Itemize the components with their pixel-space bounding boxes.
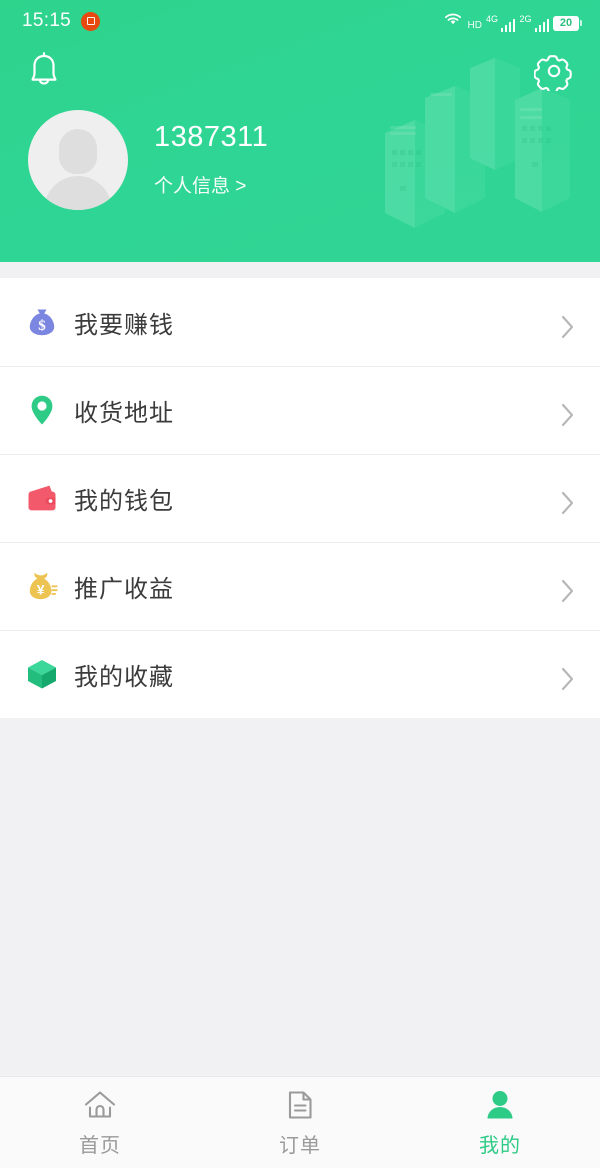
bell-icon[interactable] (24, 50, 64, 97)
menu-item-promotion-income[interactable]: ¥ 推广收益 (0, 542, 600, 630)
svg-text:¥: ¥ (37, 582, 45, 598)
app-root: 15:15 HD 4G 2G 20 1387311 个人信息 > $ 我要赚钱 … (0, 0, 600, 1168)
tab-label: 首页 (79, 1134, 121, 1157)
profile-block[interactable]: 1387311 个人信息 > (0, 110, 600, 210)
header-list-gap (0, 262, 600, 278)
signal-bars-icon (534, 18, 549, 32)
home-icon (82, 1088, 118, 1122)
menu-item-label: 我要赚钱 (74, 311, 174, 339)
money-bag-dollar-icon: $ (16, 305, 68, 339)
tab-mine[interactable]: 我的 (400, 1088, 600, 1158)
profile-info-link[interactable]: 个人信息 > (154, 171, 268, 198)
gear-icon[interactable] (533, 51, 574, 96)
sim1-label: 4G (485, 13, 498, 24)
screen-record-icon (81, 11, 101, 31)
money-bag-yuan-icon: ¥ (16, 569, 68, 603)
sim2-label: 2G (519, 13, 532, 24)
document-icon (285, 1088, 315, 1122)
menu-item-label: 收货地址 (74, 399, 174, 427)
avatar-placeholder-icon (59, 129, 97, 174)
tab-label: 我的 (479, 1134, 521, 1157)
chevron-right-icon (560, 490, 576, 515)
tab-label: 订单 (279, 1134, 321, 1157)
svg-text:$: $ (38, 318, 46, 334)
menu-item-label: 我的钱包 (74, 487, 174, 515)
hd-label: HD (467, 19, 482, 31)
wifi-icon (442, 11, 464, 32)
header-icon-row (0, 42, 600, 104)
battery-icon: 20 (553, 15, 582, 31)
tab-orders[interactable]: 订单 (200, 1088, 400, 1158)
location-pin-icon (16, 393, 68, 427)
chevron-right-icon (560, 314, 576, 339)
chevron-right-icon (560, 666, 576, 691)
signal-bars-icon (500, 18, 516, 32)
profile-header: 15:15 HD 4G 2G 20 1387311 个人信息 > (0, 0, 600, 262)
status-bar-left: 15:15 (22, 10, 101, 32)
tab-home[interactable]: 首页 (0, 1088, 200, 1158)
status-bar-right: HD 4G 2G 20 (442, 11, 582, 32)
menu-item-label: 推广收益 (74, 575, 174, 603)
username: 1387311 (154, 120, 269, 153)
menu-item-earn-money[interactable]: $ 我要赚钱 (0, 278, 600, 366)
avatar[interactable] (28, 110, 128, 210)
battery-level-label: 20 (553, 15, 579, 31)
person-icon (484, 1088, 516, 1122)
page-spacer (0, 718, 600, 1074)
sim2-signal: 2G (519, 13, 549, 32)
wallet-icon (16, 481, 68, 515)
sim1-signal: 4G (485, 13, 516, 32)
chevron-right-icon (560, 578, 576, 603)
profile-text: 1387311 个人信息 > (154, 120, 269, 199)
menu-item-label: 我的收藏 (74, 663, 174, 691)
menu-item-my-favorites[interactable]: 我的收藏 (0, 630, 600, 718)
menu-item-my-wallet[interactable]: 我的钱包 (0, 454, 600, 542)
menu-list: $ 我要赚钱 收货地址 我的钱包 ¥ 推广收益 我的收藏 (0, 278, 600, 718)
status-bar: 15:15 HD 4G 2G 20 (0, 0, 600, 42)
chevron-right-icon (560, 402, 576, 427)
bottom-tab-bar: 首页 订单 我的 (0, 1076, 600, 1168)
menu-item-shipping-address[interactable]: 收货地址 (0, 366, 600, 454)
box-cube-icon (16, 657, 68, 691)
status-bar-clock: 15:15 (22, 10, 72, 31)
